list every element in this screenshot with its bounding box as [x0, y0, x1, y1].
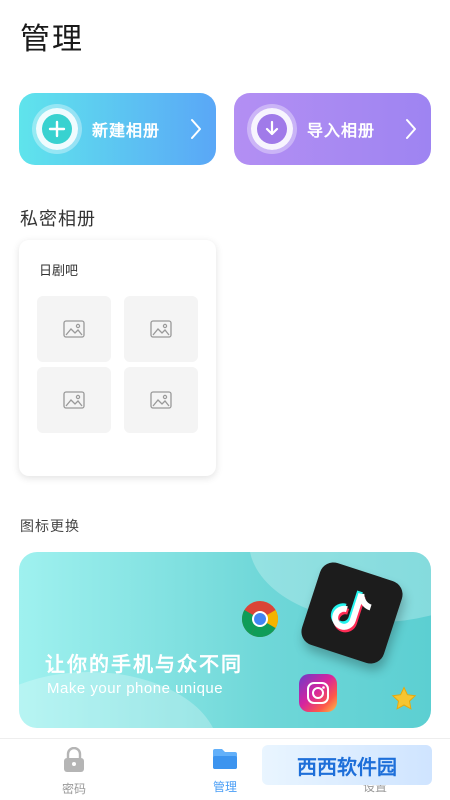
new-album-label: 新建相册 — [92, 121, 161, 140]
folder-icon — [213, 749, 237, 769]
download-circle-icon — [251, 108, 293, 150]
image-placeholder-icon — [150, 391, 172, 409]
album-card[interactable]: 日剧吧 — [19, 240, 216, 476]
nav-item-password[interactable]: 密码 — [34, 746, 114, 797]
chevron-right-icon — [191, 119, 201, 139]
watermark-logo: 西西软件园 — [262, 745, 432, 785]
album-thumbnail — [124, 367, 198, 433]
instagram-icon — [299, 674, 337, 712]
image-placeholder-icon — [63, 391, 85, 409]
nav-label-manage: 管理 — [212, 780, 237, 794]
import-album-button[interactable]: 导入相册 — [234, 93, 431, 165]
image-placeholder-icon — [63, 320, 85, 338]
private-albums-title: 私密相册 — [20, 209, 96, 230]
album-thumbnail — [124, 296, 198, 362]
icon-change-title: 图标更换 — [20, 519, 80, 535]
nav-item-manage[interactable]: 管理 — [185, 747, 265, 795]
icon-change-banner[interactable]: 让你的手机与众不同 Make your phone unique — [19, 552, 431, 728]
banner-subline: Make your phone unique — [47, 680, 224, 697]
banner-headline: 让你的手机与众不同 — [45, 652, 243, 676]
chrome-icon — [241, 601, 279, 638]
chevron-right-icon — [406, 119, 416, 139]
page-title: 管理 — [20, 22, 84, 57]
album-thumbnail — [37, 296, 111, 362]
watermark-text: 西西软件园 — [297, 756, 397, 779]
new-album-button[interactable]: 新建相册 — [19, 93, 216, 165]
image-placeholder-icon — [150, 320, 172, 338]
album-name: 日剧吧 — [39, 264, 79, 279]
lock-icon — [64, 746, 84, 772]
bottom-nav: 密码 管理 设置 西西软件园 — [0, 738, 450, 800]
album-thumbnail — [37, 367, 111, 433]
star-icon — [391, 686, 417, 710]
plus-circle-icon — [36, 108, 78, 150]
nav-label-password: 密码 — [61, 782, 86, 796]
import-album-label: 导入相册 — [307, 121, 376, 140]
